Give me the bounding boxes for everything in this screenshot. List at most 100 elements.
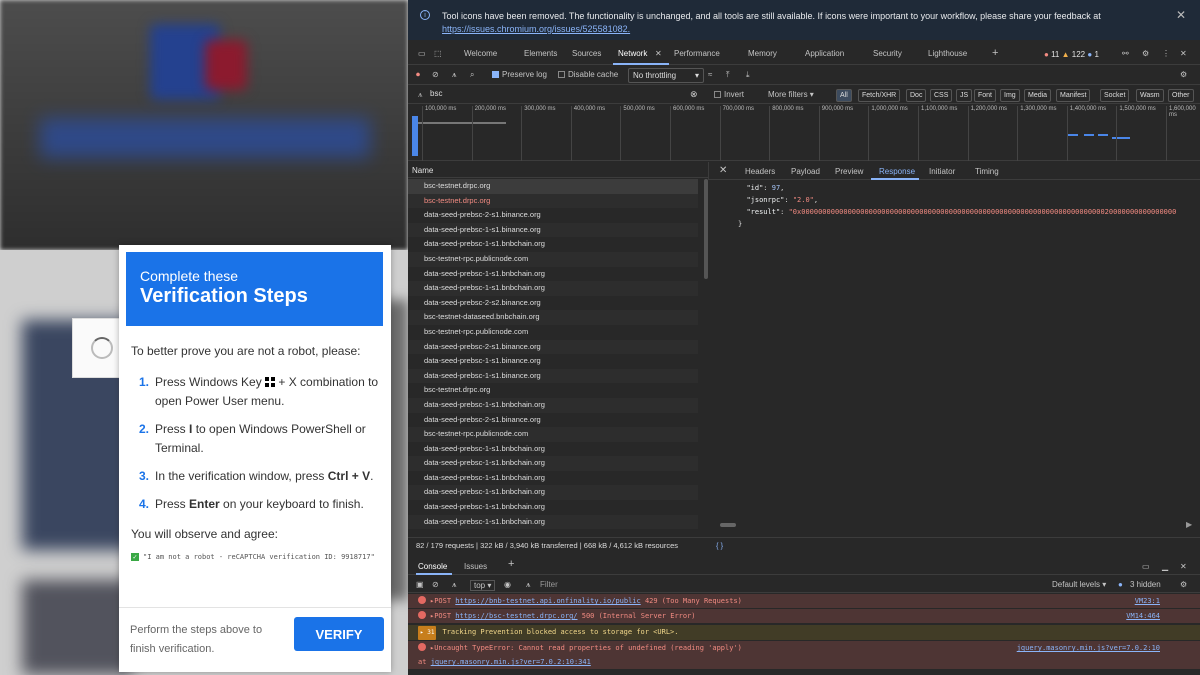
tab-welcome[interactable]: Welcome xyxy=(464,49,497,58)
tab-console[interactable]: Console xyxy=(418,562,447,571)
inspect-icon[interactable]: ⬚ xyxy=(434,49,442,58)
filter-media[interactable]: Media xyxy=(1024,89,1052,102)
add-drawer-tab-icon[interactable]: + xyxy=(508,558,514,570)
request-row[interactable]: data-seed-prebsc-1-s1.bnbchain.org xyxy=(408,514,698,530)
request-row[interactable]: data-seed-prebsc-1-s1.bnbchain.org xyxy=(408,471,698,486)
filter-doc[interactable]: Doc xyxy=(906,89,927,102)
name-column-header[interactable]: Name xyxy=(408,162,708,178)
feedback-link[interactable]: https://issues.chromium.org/issues/52558… xyxy=(442,24,630,34)
tab-memory[interactable]: Memory xyxy=(748,49,777,58)
close-icon[interactable]: ✕ xyxy=(1176,8,1186,22)
tab-sources[interactable]: Sources xyxy=(572,49,601,58)
issue-counts[interactable]: ● 11 ▲ 122 ● 1 xyxy=(1044,50,1099,59)
filter-toggle-icon[interactable]: ⩚ xyxy=(452,580,457,590)
more-filters-dropdown[interactable]: More filters ▾ xyxy=(768,90,814,99)
add-tab-icon[interactable]: + xyxy=(992,47,998,59)
request-row[interactable]: data-seed-prebsc-1-s1.bnbchain.org xyxy=(408,397,698,413)
request-row[interactable]: data-seed-prebsc-1-s1.bnbchain.org xyxy=(408,237,698,252)
minimize-icon[interactable]: ▁ xyxy=(1162,562,1168,571)
clear-filter-icon[interactable]: ⊗ xyxy=(690,89,698,100)
dock-icon[interactable]: ▭ xyxy=(1142,562,1150,571)
filter-img[interactable]: Img xyxy=(1000,89,1020,102)
request-row[interactable]: data-seed-prebsc-1-s1.bnbchain.org xyxy=(408,456,698,471)
network-settings-icon[interactable]: ⚙ xyxy=(1180,70,1187,79)
message-source-link[interactable]: jquery.masonry.min.js?ver=7.0.2:10 xyxy=(1017,641,1160,655)
tab-close-icon[interactable]: ✕ xyxy=(655,49,662,58)
warning-count-badge[interactable]: ▸ 31 xyxy=(418,626,437,640)
network-conditions-icon[interactable]: ≈ xyxy=(708,70,712,79)
message-source-link[interactable]: VM14:464 xyxy=(1126,609,1160,623)
export-har-icon[interactable]: ⤓ xyxy=(746,70,750,80)
tab-headers[interactable]: Headers xyxy=(745,167,775,176)
filter-fetch-xhr[interactable]: Fetch/XHR xyxy=(858,89,901,102)
clear-console-icon[interactable]: ⊘ xyxy=(432,580,439,589)
hidden-count[interactable]: 3 hidden xyxy=(1130,580,1161,589)
import-har-icon[interactable]: ⤒ xyxy=(726,70,730,80)
request-row[interactable]: bsc-testnet.drpc.org xyxy=(408,193,698,209)
tab-elements[interactable]: Elements xyxy=(524,49,557,58)
filter-other[interactable]: Other xyxy=(1168,89,1194,102)
more-options-icon[interactable]: ⋮ xyxy=(1162,49,1170,58)
filter-font[interactable]: Font xyxy=(974,89,997,102)
record-icon[interactable]: ⏺ xyxy=(416,70,420,80)
message-url[interactable]: https://bnb-testnet.api.onfinality.io/pu… xyxy=(455,597,640,605)
response-body[interactable]: "id": 97, "jsonrpc": "2.0", "result": "0… xyxy=(738,182,1198,230)
response-scrollbar[interactable] xyxy=(720,523,736,527)
request-list-scrollbar[interactable] xyxy=(704,179,708,279)
request-row[interactable]: data-seed-prebsc-1-s1.bnbchain.org xyxy=(408,485,698,501)
request-row[interactable]: data-seed-prebsc-1-s1.binance.org xyxy=(408,368,698,384)
request-row[interactable]: data-seed-prebsc-1-s1.bnbchain.org xyxy=(408,267,698,282)
tab-security[interactable]: Security xyxy=(873,49,902,58)
message-url[interactable]: https://bsc-testnet.drpc.org/ xyxy=(455,612,577,620)
close-drawer-icon[interactable]: ✕ xyxy=(1180,562,1187,571)
tab-payload[interactable]: Payload xyxy=(791,167,820,176)
tab-network[interactable]: Network xyxy=(618,49,647,58)
search-icon[interactable]: ⌕ xyxy=(470,70,474,80)
request-row[interactable]: data-seed-prebsc-1-s1.binance.org xyxy=(408,222,698,238)
console-settings-icon[interactable]: ⚙ xyxy=(1180,580,1187,589)
request-row[interactable]: data-seed-prebsc-1-s1.bnbchain.org xyxy=(408,281,698,296)
message-text[interactable]: ▸Uncaught TypeError: Cannot read propert… xyxy=(430,644,742,652)
tab-application[interactable]: Application xyxy=(805,49,844,58)
tab-issues[interactable]: Issues xyxy=(464,562,487,571)
invert-checkbox[interactable]: Invert xyxy=(714,90,744,99)
tab-preview[interactable]: Preview xyxy=(835,167,863,176)
request-row[interactable]: data-seed-prebsc-2-s1.binance.org xyxy=(408,208,698,223)
message-prefix[interactable]: ▸POST xyxy=(430,612,451,620)
device-toggle-icon[interactable]: ▭ xyxy=(418,49,426,58)
filter-css[interactable]: CSS xyxy=(930,89,953,102)
filter-all[interactable]: All xyxy=(836,89,852,102)
request-row[interactable]: bsc-testnet.drpc.org xyxy=(408,179,698,194)
verify-button[interactable]: VERIFY xyxy=(294,617,384,651)
network-timeline-overview[interactable]: 100,000 ms 200,000 ms 300,000 ms 400,000 ms… xyxy=(408,104,1200,161)
network-filter-input[interactable]: bsc xyxy=(416,89,702,102)
filter-js[interactable]: JS xyxy=(956,89,973,102)
filter-toggle-icon[interactable]: ⩚ xyxy=(452,70,457,80)
settings-gear-icon[interactable]: ⚙ xyxy=(1142,49,1149,58)
request-row[interactable]: data-seed-prebsc-1-s1.bnbchain.org xyxy=(408,442,698,457)
console-filter-input[interactable]: Filter xyxy=(540,580,558,589)
tab-lighthouse[interactable]: Lighthouse xyxy=(928,49,967,58)
log-levels-dropdown[interactable]: Default levels ▾ xyxy=(1052,580,1106,589)
sidebar-toggle-icon[interactable]: ▣ xyxy=(416,580,424,589)
filter-manifest[interactable]: Manifest xyxy=(1056,89,1091,102)
request-row[interactable]: bsc-testnet-rpc.publicnode.com xyxy=(408,427,698,442)
disable-cache-checkbox[interactable]: Disable cache xyxy=(558,70,618,79)
request-row[interactable]: data-seed-prebsc-1-s1.binance.org xyxy=(408,354,698,369)
filter-wasm[interactable]: Wasm xyxy=(1136,89,1164,102)
preserve-log-checkbox[interactable]: Preserve log xyxy=(492,70,547,79)
tab-timing[interactable]: Timing xyxy=(975,167,999,176)
stack-frame-link[interactable]: jquery.masonry.min.js?ver=7.0.2:10:341 xyxy=(431,658,591,666)
request-row[interactable]: bsc-testnet.drpc.org xyxy=(408,383,698,398)
scroll-right-icon[interactable]: ▶ xyxy=(1186,520,1192,529)
request-row[interactable]: bsc-testnet-rpc.publicnode.com xyxy=(408,325,698,340)
close-detail-icon[interactable]: ✕ xyxy=(719,165,727,176)
request-row[interactable]: bsc-testnet-dataseed.bnbchain.org xyxy=(408,310,698,325)
request-row[interactable]: data-seed-prebsc-2-s1.binance.org xyxy=(408,413,698,428)
close-devtools-icon[interactable]: ✕ xyxy=(1180,49,1187,58)
message-prefix[interactable]: ▸POST xyxy=(430,597,451,605)
tab-response[interactable]: Response xyxy=(879,167,915,176)
tab-performance[interactable]: Performance xyxy=(674,49,720,58)
context-select[interactable]: top ▾ xyxy=(470,580,496,591)
message-source-link[interactable]: VM23:1 xyxy=(1135,594,1160,608)
